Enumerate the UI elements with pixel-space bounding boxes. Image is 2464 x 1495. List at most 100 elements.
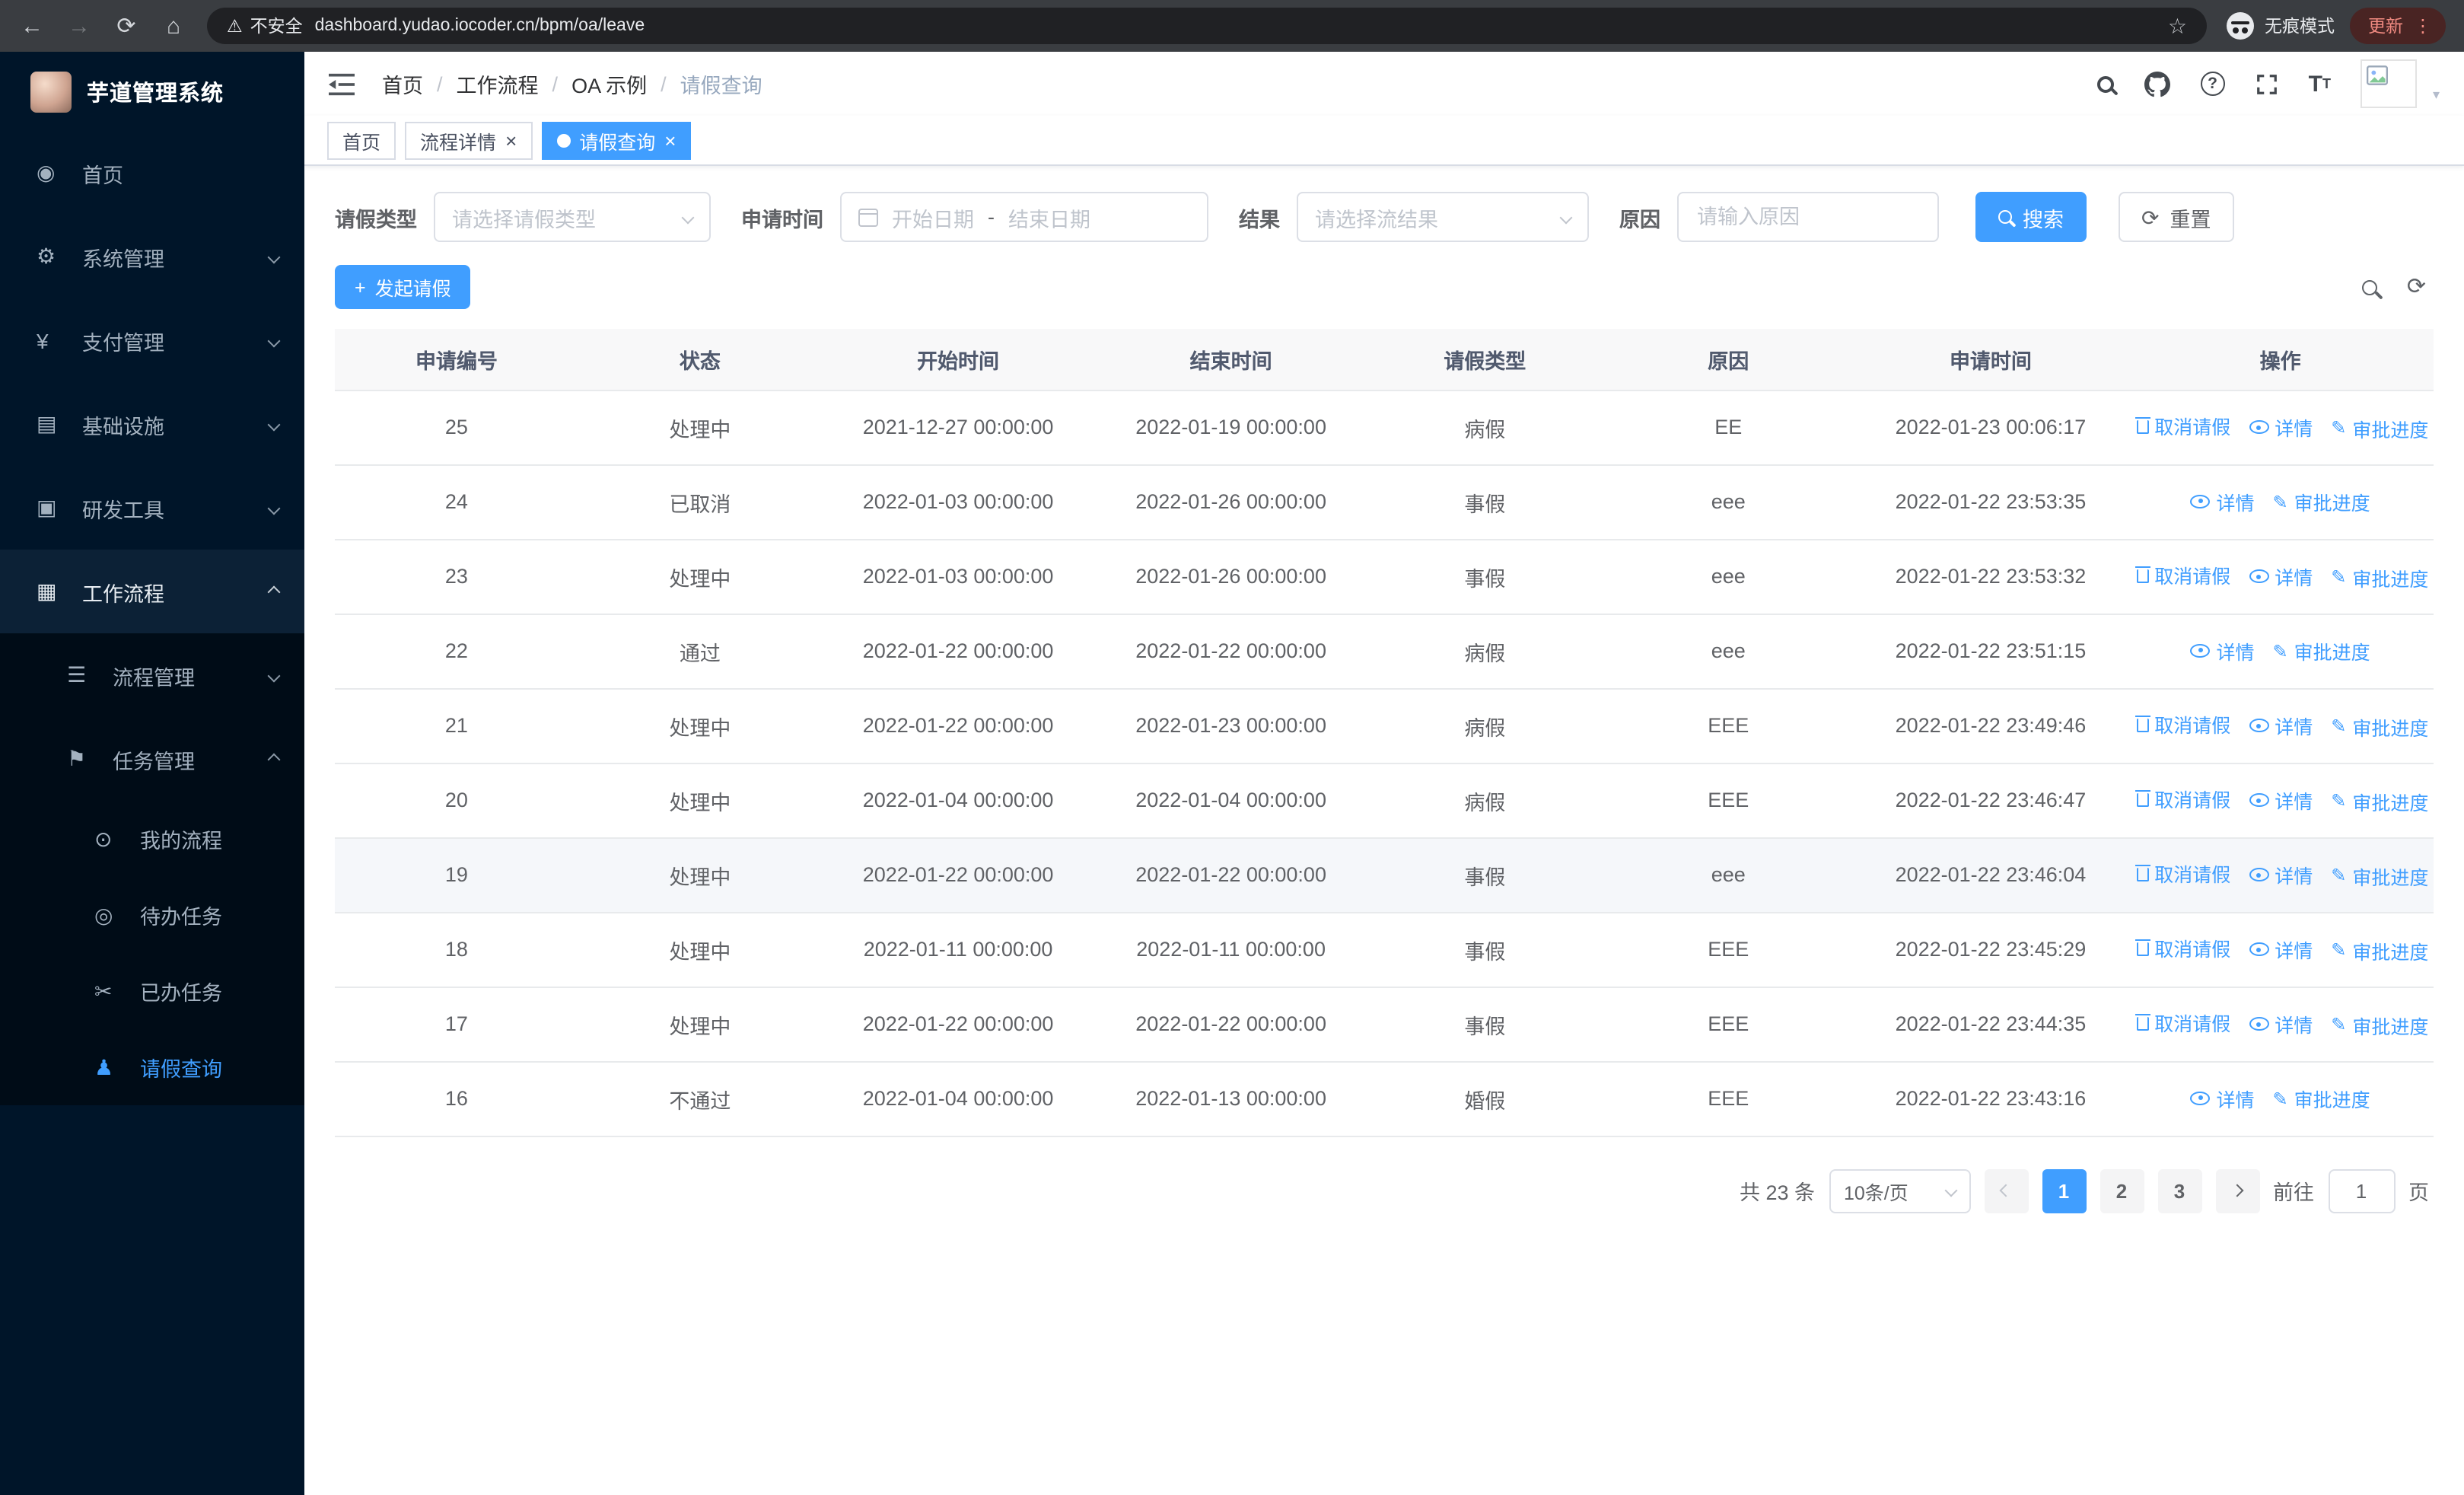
search-icon[interactable] [2096, 75, 2114, 92]
action-cancel-link[interactable]: 取消请假 [2135, 1009, 2230, 1038]
table-row[interactable]: 23 处理中 2022-01-03 00:00:00 2022-01-26 00:00… [335, 539, 2434, 614]
action-detail-link[interactable]: 详情 [2249, 936, 2313, 964]
update-button[interactable]: 更新 ⋮ [2350, 8, 2446, 44]
table-row[interactable]: 19 处理中 2022-01-22 00:00:00 2022-01-22 00:00… [335, 837, 2434, 913]
font-size-icon[interactable]: TT [2309, 72, 2331, 95]
action-cancel-link[interactable]: 取消请假 [2135, 859, 2230, 888]
sidebar-item-todo-tasks[interactable]: ◎ 待办任务 [0, 877, 304, 953]
action-detail-link[interactable]: 详情 [2249, 861, 2313, 890]
action-detail-link[interactable]: 详情 [2190, 487, 2255, 516]
table-cell: 2022-01-19 00:00:00 [1094, 390, 1367, 465]
prev-page-button[interactable] [1984, 1168, 2028, 1213]
action-detail-link[interactable]: 详情 [2190, 1084, 2255, 1113]
sidebar-item-task-mgmt[interactable]: ⚑ 任务管理 [0, 717, 304, 801]
action-progress-link[interactable]: ✎ 审批进度 [2331, 414, 2428, 443]
table-row[interactable]: 16 不通过 2022-01-04 00:00:00 2022-01-13 00:00… [335, 1061, 2434, 1136]
action-detail-link[interactable]: 详情 [2190, 636, 2255, 665]
action-cancel-link[interactable]: 取消请假 [2135, 934, 2230, 963]
close-icon[interactable]: × [664, 130, 676, 150]
action-cancel-link[interactable]: 取消请假 [2135, 561, 2231, 590]
sidebar-item-my-process[interactable]: ⊙ 我的流程 [0, 801, 304, 877]
browser-forward-icon[interactable]: → [65, 13, 93, 39]
breadcrumb-item[interactable]: OA 示例 [571, 69, 647, 99]
action-detail-link[interactable]: 详情 [2249, 712, 2313, 741]
reason-input[interactable] [1677, 192, 1939, 242]
table-search-icon[interactable] [2362, 279, 2378, 295]
action-progress-link[interactable]: ✎ 审批进度 [2273, 637, 2370, 666]
action-detail-link[interactable]: 详情 [2249, 413, 2313, 442]
action-detail-link[interactable]: 详情 [2249, 1010, 2313, 1039]
apply-time-range-picker[interactable]: 开始日期 - 结束日期 [840, 192, 1208, 242]
help-icon[interactable]: ? [2200, 72, 2225, 96]
create-leave-button[interactable]: + 发起请假 [335, 265, 471, 309]
close-icon[interactable]: × [505, 130, 517, 150]
tab-请假查询[interactable]: 请假查询 × [541, 121, 692, 159]
table-row[interactable]: 24 已取消 2022-01-03 00:00:00 2022-01-26 00:00… [335, 464, 2434, 540]
page-button-2[interactable]: 2 [2099, 1168, 2144, 1213]
menu-fold-icon[interactable] [329, 72, 355, 95]
search-button[interactable]: 搜索 [1975, 192, 2087, 242]
trash-icon [2135, 715, 2150, 733]
action-label: 取消请假 [2154, 566, 2231, 588]
table-cell: 病假 [1367, 614, 1603, 689]
avatar-caret-icon[interactable]: ▾ [2433, 86, 2440, 103]
action-label: 取消请假 [2154, 716, 2231, 738]
sidebar-item-payment[interactable]: ¥ 支付管理 [0, 298, 304, 382]
column-header: 状态 [578, 329, 822, 390]
sidebar-item-infrastructure[interactable]: ▤ 基础设施 [0, 382, 304, 466]
goto-page-input[interactable] [2328, 1168, 2395, 1213]
action-cancel-link[interactable]: 取消请假 [2135, 412, 2230, 441]
table-row[interactable]: 20 处理中 2022-01-04 00:00:00 2022-01-04 00:00… [335, 763, 2434, 838]
action-progress-link[interactable]: ✎ 审批进度 [2331, 787, 2428, 816]
browser-menu-icon[interactable]: ⋮ [2414, 15, 2432, 37]
table-row[interactable]: 18 处理中 2022-01-11 00:00:00 2022-01-11 00:00… [335, 912, 2434, 987]
action-progress-link[interactable]: ✎ 审批进度 [2331, 936, 2428, 965]
action-detail-link[interactable]: 详情 [2249, 786, 2313, 815]
table-row[interactable]: 17 处理中 2022-01-22 00:00:00 2022-01-22 00:00… [335, 987, 2434, 1062]
tab-首页[interactable]: 首页 [327, 121, 396, 159]
result-select[interactable]: 请选择流结果 [1297, 192, 1589, 242]
action-progress-link[interactable]: ✎ 审批进度 [2331, 712, 2428, 741]
logo[interactable]: 芋道管理系统 [0, 52, 304, 131]
user-avatar[interactable] [2361, 59, 2418, 108]
bookmark-star-icon[interactable]: ☆ [2168, 13, 2187, 39]
sidebar-item-done-tasks[interactable]: ✂ 已办任务 [0, 953, 304, 1029]
action-progress-link[interactable]: ✎ 审批进度 [2273, 488, 2370, 517]
leave-type-select[interactable]: 请选择请假类型 [434, 192, 711, 242]
action-progress-link[interactable]: ✎ 审批进度 [2331, 563, 2428, 592]
action-detail-link[interactable]: 详情 [2249, 563, 2313, 591]
breadcrumb-item[interactable]: 工作流程 [457, 69, 539, 99]
github-icon[interactable] [2144, 71, 2170, 97]
sidebar-item-workflow[interactable]: ▦ 工作流程 [0, 550, 304, 633]
address-bar[interactable]: ⚠ 不安全 dashboard.yudao.iocoder.cn/bpm/oa/… [207, 8, 2207, 44]
page-button-1[interactable]: 1 [2042, 1168, 2086, 1213]
table-row[interactable]: 21 处理中 2022-01-22 00:00:00 2022-01-23 00:00… [335, 688, 2434, 763]
table-refresh-icon[interactable]: ⟳ [2407, 276, 2426, 298]
next-page-button[interactable] [2215, 1168, 2259, 1213]
sidebar-item-process-mgmt[interactable]: ☰ 流程管理 [0, 633, 304, 717]
action-progress-link[interactable]: ✎ 审批进度 [2273, 1085, 2370, 1114]
table-cell: EEE [1602, 1061, 1854, 1136]
browser-reload-icon[interactable]: ⟳ [113, 12, 140, 40]
reset-button[interactable]: ⟳ 重置 [2119, 192, 2234, 242]
page-button-3[interactable]: 3 [2157, 1168, 2201, 1213]
sidebar-item-leave-query[interactable]: ♟ 请假查询 [0, 1029, 304, 1105]
tab-label: 流程详情 [420, 132, 497, 153]
browser-home-icon[interactable]: ⌂ [160, 13, 187, 39]
sidebar-item-home[interactable]: ◉ 首页 [0, 131, 304, 215]
table-row[interactable]: 22 通过 2022-01-22 00:00:00 2022-01-22 00:00:… [335, 614, 2434, 689]
action-cancel-link[interactable]: 取消请假 [2135, 710, 2231, 739]
action-progress-link[interactable]: ✎ 审批进度 [2331, 1011, 2428, 1040]
security-warning[interactable]: ⚠ 不安全 [227, 14, 303, 38]
action-cancel-link[interactable]: 取消请假 [2135, 785, 2230, 814]
browser-back-icon[interactable]: ← [18, 13, 46, 39]
sidebar-item-system[interactable]: ⚙ 系统管理 [0, 215, 304, 298]
page-size-select[interactable]: 10条/页 [1829, 1168, 1970, 1213]
action-label: 详情 [2275, 1015, 2313, 1038]
fullscreen-icon[interactable] [2255, 72, 2278, 95]
breadcrumb-item[interactable]: 首页 [382, 69, 423, 99]
action-progress-link[interactable]: ✎ 审批进度 [2331, 862, 2428, 891]
tab-流程详情[interactable]: 流程详情 × [405, 121, 533, 159]
table-row[interactable]: 25 处理中 2021-12-27 00:00:00 2022-01-19 00:00… [335, 390, 2434, 465]
sidebar-item-devtools[interactable]: ▣ 研发工具 [0, 466, 304, 550]
